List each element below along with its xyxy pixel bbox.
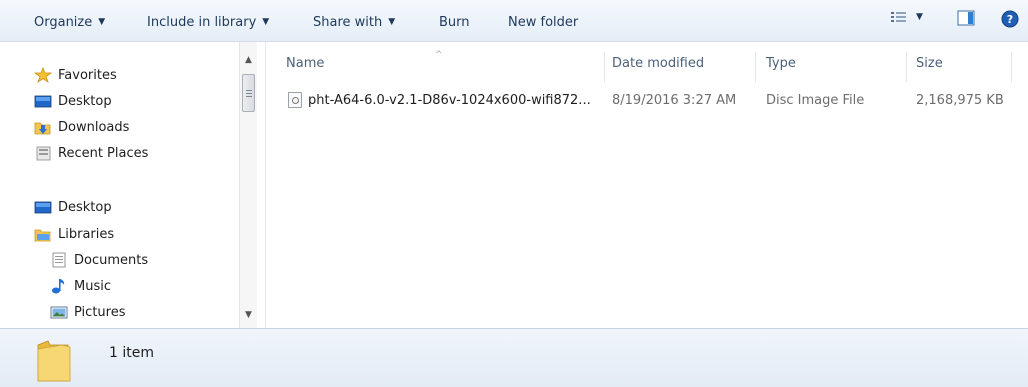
column-separator[interactable] (906, 52, 907, 82)
downloads-folder-icon (34, 122, 51, 135)
column-separator[interactable] (604, 52, 605, 82)
recent-places-icon (36, 146, 51, 161)
column-header-label: Size (916, 55, 943, 71)
chevron-down-icon: ▼ (262, 17, 270, 27)
share-with-label: Share with (313, 14, 383, 30)
file-size-cell: 2,168,975 KB (916, 92, 1004, 108)
help-button[interactable]: ? (1001, 10, 1019, 28)
column-header-date-modified[interactable]: Date modified (612, 42, 704, 84)
chevron-down-icon: ▼ (388, 17, 396, 27)
libraries-icon (34, 229, 51, 242)
nav-item-label: Pictures (74, 304, 126, 320)
folder-icon (37, 340, 71, 382)
nav-item-label: Recent Places (58, 145, 149, 161)
table-row[interactable]: pht-A64-6.0-v2.1-D86v-1024x600-wifi872..… (266, 89, 1028, 111)
burn-button[interactable]: Burn (439, 12, 470, 32)
include-in-library-button[interactable]: Include in library ▼ (147, 12, 269, 32)
file-date-cell: 8/19/2016 3:27 AM (612, 92, 737, 108)
svg-text:?: ? (1007, 13, 1013, 26)
new-folder-label: New folder (508, 14, 579, 30)
nav-item-label: Desktop (58, 93, 112, 109)
file-type-cell: Disc Image File (766, 92, 865, 108)
file-name: pht-A64-6.0-v2.1-D86v-1024x600-wifi872..… (308, 92, 591, 108)
nav-libraries-music[interactable]: Music (50, 274, 111, 298)
documents-icon (52, 252, 66, 268)
nav-favorites-recent-places[interactable]: Recent Places (34, 141, 148, 165)
new-folder-button[interactable]: New folder (508, 12, 578, 32)
desktop-icon (34, 95, 52, 108)
nav-libraries[interactable]: Libraries (34, 222, 114, 246)
nav-favorites-desktop[interactable]: Desktop (34, 89, 112, 113)
item-count: 1 item (109, 345, 154, 361)
burn-label: Burn (439, 14, 470, 30)
nav-libraries-label: Libraries (58, 226, 115, 242)
scrollbar-thumb[interactable] (242, 74, 255, 112)
chevron-down-icon: ▼ (916, 12, 923, 22)
scroll-up-arrow-icon[interactable]: ▲ (240, 52, 257, 68)
file-name-cell: pht-A64-6.0-v2.1-D86v-1024x600-wifi872..… (288, 89, 591, 111)
help-icon: ? (1001, 10, 1019, 28)
column-header-name[interactable]: Name (286, 42, 324, 84)
view-options-icon (891, 12, 906, 22)
column-header-label: Type (766, 55, 796, 71)
disc-image-file-icon (288, 92, 302, 108)
nav-favorites[interactable]: Favorites (34, 63, 117, 87)
nav-item-label: Music (74, 278, 111, 294)
share-with-button[interactable]: Share with ▼ (313, 12, 395, 32)
column-header-label: Name (286, 55, 325, 71)
nav-favorites-label: Favorites (58, 67, 117, 83)
grip-line (246, 93, 252, 94)
column-header-size[interactable]: Size (916, 42, 943, 84)
details-pane: 1 item (0, 328, 1028, 387)
grip-line (246, 90, 252, 91)
nav-favorites-downloads[interactable]: Downloads (34, 115, 129, 139)
navigation-pane: Favorites Desktop Downloads Recent Place… (0, 42, 262, 328)
preview-pane-icon (957, 10, 975, 26)
include-in-library-label: Include in library (147, 14, 257, 30)
nav-desktop[interactable]: Desktop (34, 195, 112, 219)
nav-item-label: Downloads (58, 119, 130, 135)
column-header-label: Date modified (612, 55, 705, 71)
nav-libraries-documents[interactable]: Documents (50, 248, 148, 272)
desktop-icon (34, 201, 52, 214)
column-separator[interactable] (1011, 52, 1012, 82)
nav-scrollbar[interactable]: ▲ ▼ (239, 42, 257, 328)
file-list: ^ Name Date modified Type Size pht-A64-6… (266, 42, 1028, 328)
nav-libraries-pictures[interactable]: Pictures (50, 300, 125, 324)
star-icon (34, 67, 52, 83)
pictures-icon (50, 306, 68, 319)
organize-button[interactable]: Organize ▼ (34, 12, 105, 32)
chevron-down-icon: ▼ (98, 17, 106, 27)
preview-pane-button[interactable] (957, 10, 975, 26)
music-note-icon (52, 279, 65, 294)
column-header-type[interactable]: Type (766, 42, 796, 84)
grip-line (246, 96, 252, 97)
scroll-down-arrow-icon[interactable]: ▼ (240, 307, 257, 323)
command-bar: Organize ▼ Include in library ▼ Share wi… (0, 0, 1028, 42)
nav-item-label: Documents (74, 252, 149, 268)
sort-ascending-icon: ^ (435, 50, 443, 60)
change-view-button[interactable]: ▼ (890, 10, 923, 24)
column-separator[interactable] (755, 52, 756, 82)
nav-desktop-label: Desktop (58, 199, 112, 215)
organize-label: Organize (34, 14, 93, 30)
